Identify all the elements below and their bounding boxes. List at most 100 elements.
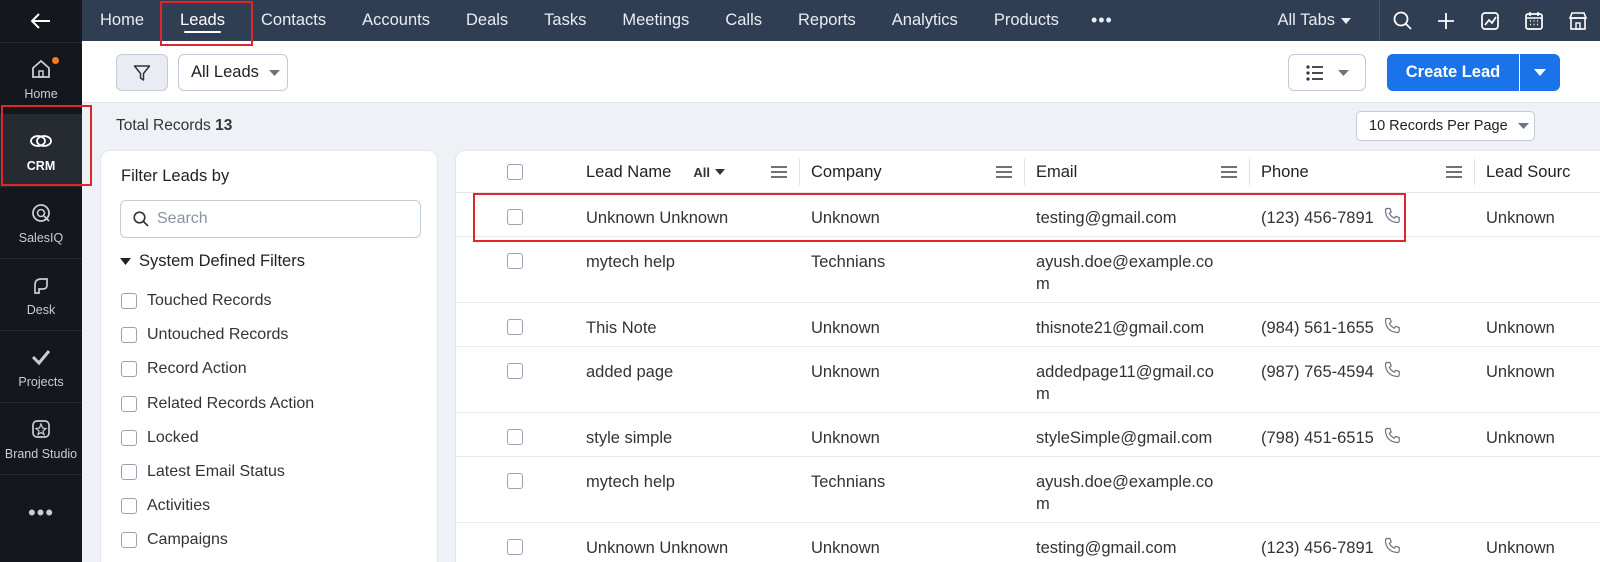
row-checkbox[interactable]	[507, 319, 523, 335]
table-row[interactable]: added page Unknown addedpage11@gmail.com (9…	[456, 347, 1600, 413]
table-row[interactable]: This Note Unknown thisnote21@gmail.com (984…	[456, 303, 1600, 347]
filter-item-campaigns[interactable]: Campaigns	[121, 523, 314, 557]
filter-checkbox[interactable]	[121, 293, 137, 310]
filter-checkbox[interactable]	[121, 327, 137, 344]
filter-item-activities[interactable]: Activities	[121, 489, 314, 523]
phone-icon[interactable]	[1384, 361, 1401, 384]
filter-item-latest-email-status[interactable]: Latest Email Status	[121, 455, 314, 489]
table-row[interactable]: mytech help Technians ayush.doe@example.co…	[456, 457, 1600, 523]
rail-item-projects[interactable]: Projects	[0, 330, 82, 402]
add-icon[interactable]	[1424, 0, 1468, 41]
tab-accounts[interactable]: Accounts	[344, 0, 448, 41]
column-phone[interactable]: Phone	[1261, 151, 1309, 193]
calendar-icon[interactable]	[1512, 0, 1556, 41]
tab-leads[interactable]: Leads	[162, 0, 243, 41]
lead-name-cell[interactable]: style simple	[586, 427, 672, 449]
tab-analytics[interactable]: Analytics	[874, 0, 976, 41]
filter-item-untouched-records[interactable]: Untouched Records	[121, 318, 314, 352]
tab-reports[interactable]: Reports	[780, 0, 874, 41]
collapse-menu-icon[interactable]	[0, 0, 82, 42]
table-row[interactable]: mytech help Technians ayush.doe@example.co…	[456, 237, 1600, 303]
rail-item-brand-studio[interactable]: Brand Studio	[0, 402, 82, 474]
email-cell[interactable]: addedpage11@gmail.com	[1036, 361, 1218, 405]
email-cell[interactable]: ayush.doe@example.com	[1036, 251, 1218, 295]
table-row[interactable]: Unknown Unknown Unknown testing@gmail.com (…	[456, 523, 1600, 562]
row-checkbox[interactable]	[507, 253, 523, 269]
all-tabs-dropdown[interactable]: All Tabs	[1260, 0, 1380, 41]
filter-checkbox[interactable]	[121, 429, 137, 446]
table-row[interactable]: Unknown Unknown Unknown testing@gmail.com (…	[456, 193, 1600, 237]
email-cell[interactable]: styleSimple@gmail.com	[1036, 427, 1218, 449]
rail-item-desk[interactable]: Desk	[0, 258, 82, 330]
column-divider[interactable]	[1249, 159, 1250, 185]
search-icon[interactable]	[1380, 0, 1424, 41]
column-company[interactable]: Company	[811, 151, 882, 193]
row-checkbox[interactable]	[507, 363, 523, 379]
email-cell[interactable]: ayush.doe@example.com	[1036, 471, 1218, 515]
filter-checkbox[interactable]	[121, 395, 137, 412]
filter-item-locked[interactable]: Locked	[121, 421, 314, 455]
lead-name-filter-dropdown[interactable]: All	[693, 165, 725, 180]
column-lead-name[interactable]: Lead Name All	[586, 151, 725, 193]
view-selector[interactable]: All Leads	[178, 54, 288, 91]
phone-icon[interactable]	[1384, 427, 1401, 450]
tab-calls[interactable]: Calls	[707, 0, 780, 41]
email-cell[interactable]: testing@gmail.com	[1036, 537, 1218, 559]
email-cell[interactable]: testing@gmail.com	[1036, 207, 1218, 229]
marketplace-icon[interactable]	[1556, 0, 1600, 41]
phone-icon[interactable]	[1384, 537, 1401, 560]
filter-checkbox[interactable]	[121, 498, 137, 515]
select-all-checkbox[interactable]	[507, 164, 523, 180]
column-menu-icon[interactable]	[1446, 165, 1462, 179]
list-view-button[interactable]	[1288, 54, 1366, 91]
filter-toggle-button[interactable]	[116, 54, 168, 91]
create-options-dropdown[interactable]	[1520, 54, 1560, 91]
filter-item-record-action[interactable]: Record Action	[121, 352, 314, 386]
system-filters-toggle[interactable]: System Defined Filters	[120, 252, 305, 271]
column-menu-icon[interactable]	[1221, 165, 1237, 179]
tab-deals[interactable]: Deals	[448, 0, 526, 41]
lead-name-cell[interactable]: added page	[586, 361, 673, 383]
tab-contacts[interactable]: Contacts	[243, 0, 344, 41]
row-checkbox[interactable]	[507, 429, 523, 445]
table-row[interactable]: style simple Unknown styleSimple@gmail.com…	[456, 413, 1600, 457]
column-divider[interactable]	[799, 159, 800, 185]
column-lead-source[interactable]: Lead Sourc	[1486, 151, 1570, 193]
column-email[interactable]: Email	[1036, 151, 1077, 193]
tab-tasks[interactable]: Tasks	[526, 0, 604, 41]
analytics-chart-icon[interactable]	[1468, 0, 1512, 41]
column-divider[interactable]	[1024, 159, 1025, 185]
column-divider[interactable]	[1474, 159, 1475, 185]
tab-meetings[interactable]: Meetings	[604, 0, 707, 41]
filter-checkbox[interactable]	[121, 464, 137, 481]
more-tabs-icon[interactable]: •••	[1077, 10, 1127, 31]
filter-checkbox[interactable]	[121, 361, 137, 378]
filter-checkbox[interactable]	[121, 532, 137, 549]
lead-name-cell[interactable]: mytech help	[586, 251, 675, 273]
filter-item-label: Campaigns	[147, 531, 228, 549]
lead-name-cell[interactable]: Unknown Unknown	[586, 207, 728, 229]
column-menu-icon[interactable]	[996, 165, 1012, 179]
lead-name-cell[interactable]: Unknown Unknown	[586, 537, 728, 559]
records-per-page-select[interactable]: 10 Records Per Page	[1356, 111, 1535, 141]
phone-icon[interactable]	[1384, 317, 1401, 340]
lead-name-cell[interactable]: This Note	[586, 317, 657, 339]
row-checkbox[interactable]	[507, 209, 523, 225]
row-checkbox[interactable]	[507, 539, 523, 555]
filter-item-related-records-action[interactable]: Related Records Action	[121, 387, 314, 421]
rail-item-crm[interactable]: CRM	[0, 114, 82, 186]
row-checkbox[interactable]	[507, 473, 523, 489]
rail-item-home[interactable]: Home	[0, 42, 82, 114]
lead-name-cell[interactable]: mytech help	[586, 471, 675, 493]
tab-products[interactable]: Products	[976, 0, 1077, 41]
rail-more-icon[interactable]: •••	[0, 474, 82, 550]
rail-item-salesiq[interactable]: SalesIQ	[0, 186, 82, 258]
create-lead-button[interactable]: Create Lead	[1387, 54, 1519, 91]
phone-icon[interactable]	[1384, 207, 1401, 230]
tab-home[interactable]: Home	[82, 0, 162, 41]
column-menu-icon[interactable]	[771, 165, 787, 179]
column-label: Lead Sourc	[1486, 162, 1571, 181]
filter-search-input[interactable]	[157, 210, 407, 228]
filter-item-touched-records[interactable]: Touched Records	[121, 284, 314, 318]
email-cell[interactable]: thisnote21@gmail.com	[1036, 317, 1218, 339]
